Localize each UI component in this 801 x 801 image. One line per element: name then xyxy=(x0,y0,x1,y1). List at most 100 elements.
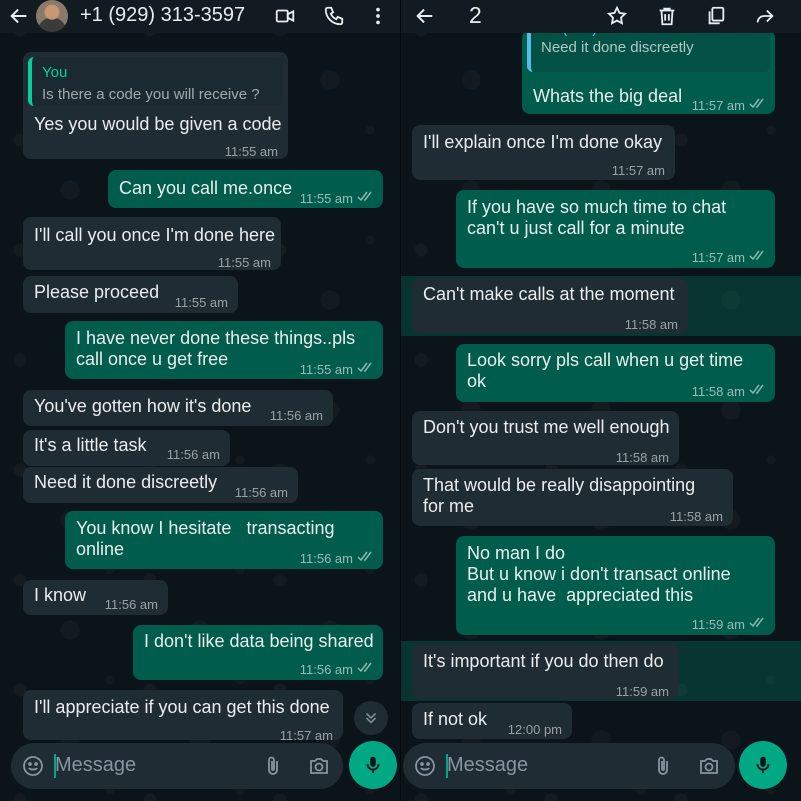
read-receipt-icon xyxy=(749,616,767,628)
message-outgoing[interactable]: If you have so much time to chat can't u… xyxy=(456,190,775,268)
message-time: 11:56 am xyxy=(269,408,323,423)
message-time: 11:57 am xyxy=(691,98,745,113)
read-receipt-icon xyxy=(357,550,375,562)
message-outgoing[interactable]: I have never done these things..pls call… xyxy=(65,321,383,379)
delete-icon[interactable] xyxy=(654,4,680,28)
message-time: 11:55 am xyxy=(224,144,278,159)
avatar[interactable] xyxy=(36,0,68,32)
read-receipt-icon xyxy=(357,361,375,373)
message-incoming[interactable]: I'll explain once I'm done okay 11:57 am xyxy=(412,125,675,180)
message-incoming[interactable]: If not ok 12:00 pm xyxy=(412,703,572,739)
read-receipt-icon xyxy=(749,97,767,109)
copy-icon[interactable] xyxy=(703,4,729,28)
message-time: 11:56 am xyxy=(299,662,353,677)
voice-call-icon[interactable] xyxy=(321,4,347,28)
forward-icon[interactable] xyxy=(752,4,778,28)
selected-count: 2 xyxy=(469,2,482,28)
message-time: 11:55 am xyxy=(299,191,353,206)
message-incoming[interactable]: It's a little task 11:56 am xyxy=(23,430,230,466)
message-time: 11:56 am xyxy=(166,447,220,462)
chat-panel-left: +1 (929) 313-3597 You Is there a code yo… xyxy=(0,0,400,801)
message-incoming[interactable]: That would be really disappointing for m… xyxy=(412,469,733,526)
message-incoming[interactable]: I'll appreciate if you can get this done… xyxy=(23,690,343,743)
message-text: Yes you would be given a code xyxy=(34,114,282,134)
message-outgoing[interactable]: Look sorry pls call when u get time ok 1… xyxy=(456,344,775,402)
message-incoming[interactable]: I know 11:56 am xyxy=(23,580,168,615)
camera-icon[interactable] xyxy=(697,754,721,778)
message-time: 11:56 am xyxy=(234,485,288,500)
more-options-icon[interactable] xyxy=(365,4,391,28)
message-time: 11:58 am xyxy=(691,384,745,399)
video-call-icon[interactable] xyxy=(272,4,298,28)
message-composer[interactable]: Message xyxy=(403,743,735,789)
chat-header: +1 (929) 313-3597 xyxy=(0,0,400,33)
message-text: Please proceed xyxy=(34,282,160,302)
message-time: 12:00 pm xyxy=(507,722,562,737)
attach-icon[interactable] xyxy=(261,754,285,778)
message-text: No man I do But u know i don't transact … xyxy=(467,543,731,605)
quote-text: Is there a code you will receive ? xyxy=(42,86,260,103)
back-arrow-icon[interactable] xyxy=(6,4,32,28)
message-text: You've gotten how it's done xyxy=(34,396,252,416)
message-outgoing[interactable]: +1 (929) 313-3597 Need it done discreetl… xyxy=(522,20,775,114)
message-time: 11:56 am xyxy=(104,597,158,612)
message-time: 11:55 am xyxy=(299,362,353,377)
read-receipt-icon xyxy=(749,383,767,395)
back-arrow-icon[interactable] xyxy=(412,4,438,28)
message-input[interactable]: Message xyxy=(55,754,136,777)
message-time: 11:59 am xyxy=(691,617,745,632)
message-text: If not ok xyxy=(423,709,488,729)
mic-icon xyxy=(752,754,774,776)
message-time: 11:58 am xyxy=(615,450,669,465)
quoted-reply[interactable]: You Is there a code you will receive ? xyxy=(28,57,283,106)
double-chevron-down-icon xyxy=(362,709,380,727)
message-incoming[interactable]: It's important if you do then do 11:59 a… xyxy=(412,644,679,699)
quote-author: You xyxy=(42,64,68,81)
message-text: Can you call me.once xyxy=(119,178,293,198)
message-time: 11:58 am xyxy=(624,317,678,332)
attach-icon[interactable] xyxy=(651,754,675,778)
message-text: That would be really disappointing for m… xyxy=(423,475,696,516)
message-text: It's important if you do then do xyxy=(423,651,664,671)
message-outgoing[interactable]: You know I hesitate transacting online 1… xyxy=(65,511,383,569)
message-incoming[interactable]: You've gotten how it's done 11:56 am xyxy=(23,390,333,426)
message-text: I'll call you once I'm done here xyxy=(34,225,276,245)
mic-button[interactable] xyxy=(349,741,397,789)
mic-icon xyxy=(362,754,384,776)
emoji-icon[interactable] xyxy=(413,754,437,778)
message-time: 11:57 am xyxy=(691,250,745,265)
message-composer[interactable]: Message xyxy=(11,743,343,789)
scroll-to-bottom-button[interactable] xyxy=(354,701,388,735)
message-text: I don't like data being shared xyxy=(144,631,374,651)
message-text: Can't make calls at the moment xyxy=(423,284,675,304)
message-text: You know I hesitate transacting online xyxy=(76,518,335,559)
quote-text: Need it done discreetly xyxy=(541,39,694,56)
message-incoming[interactable]: Don't you trust me well enough 11:58 am xyxy=(412,411,679,465)
message-incoming[interactable]: You Is there a code you will receive ? Y… xyxy=(23,52,288,159)
read-receipt-icon xyxy=(357,190,375,202)
message-time: 11:57 am xyxy=(611,163,665,178)
message-text: If you have so much time to chat can't u… xyxy=(467,197,727,238)
emoji-icon[interactable] xyxy=(21,754,45,778)
message-text: Need it done discreetly xyxy=(34,472,218,492)
message-outgoing[interactable]: Can you call me.once 11:55 am xyxy=(108,170,383,208)
message-incoming[interactable]: I'll call you once I'm done here 11:55 a… xyxy=(23,217,281,270)
message-outgoing[interactable]: I don't like data being shared 11:56 am xyxy=(133,625,383,680)
message-time: 11:56 am xyxy=(299,551,353,566)
message-text: I know xyxy=(34,585,87,605)
mic-button[interactable] xyxy=(739,741,787,789)
message-text: Whats the big deal xyxy=(533,86,683,106)
message-text: It's a little task xyxy=(34,435,147,455)
contact-name[interactable]: +1 (929) 313-3597 xyxy=(80,4,245,27)
read-receipt-icon xyxy=(357,661,375,673)
message-incoming[interactable]: Please proceed 11:55 am xyxy=(23,276,238,313)
camera-icon[interactable] xyxy=(307,754,331,778)
read-receipt-icon xyxy=(749,249,767,261)
message-text: I'll appreciate if you can get this done xyxy=(34,697,330,717)
message-input[interactable]: Message xyxy=(447,754,528,777)
message-outgoing[interactable]: No man I do But u know i don't transact … xyxy=(456,536,775,635)
selection-header: 2 xyxy=(401,0,801,33)
message-incoming[interactable]: Need it done discreetly 11:56 am xyxy=(23,467,298,503)
star-icon[interactable] xyxy=(604,4,630,28)
message-incoming[interactable]: Can't make calls at the moment 11:58 am xyxy=(412,278,688,333)
